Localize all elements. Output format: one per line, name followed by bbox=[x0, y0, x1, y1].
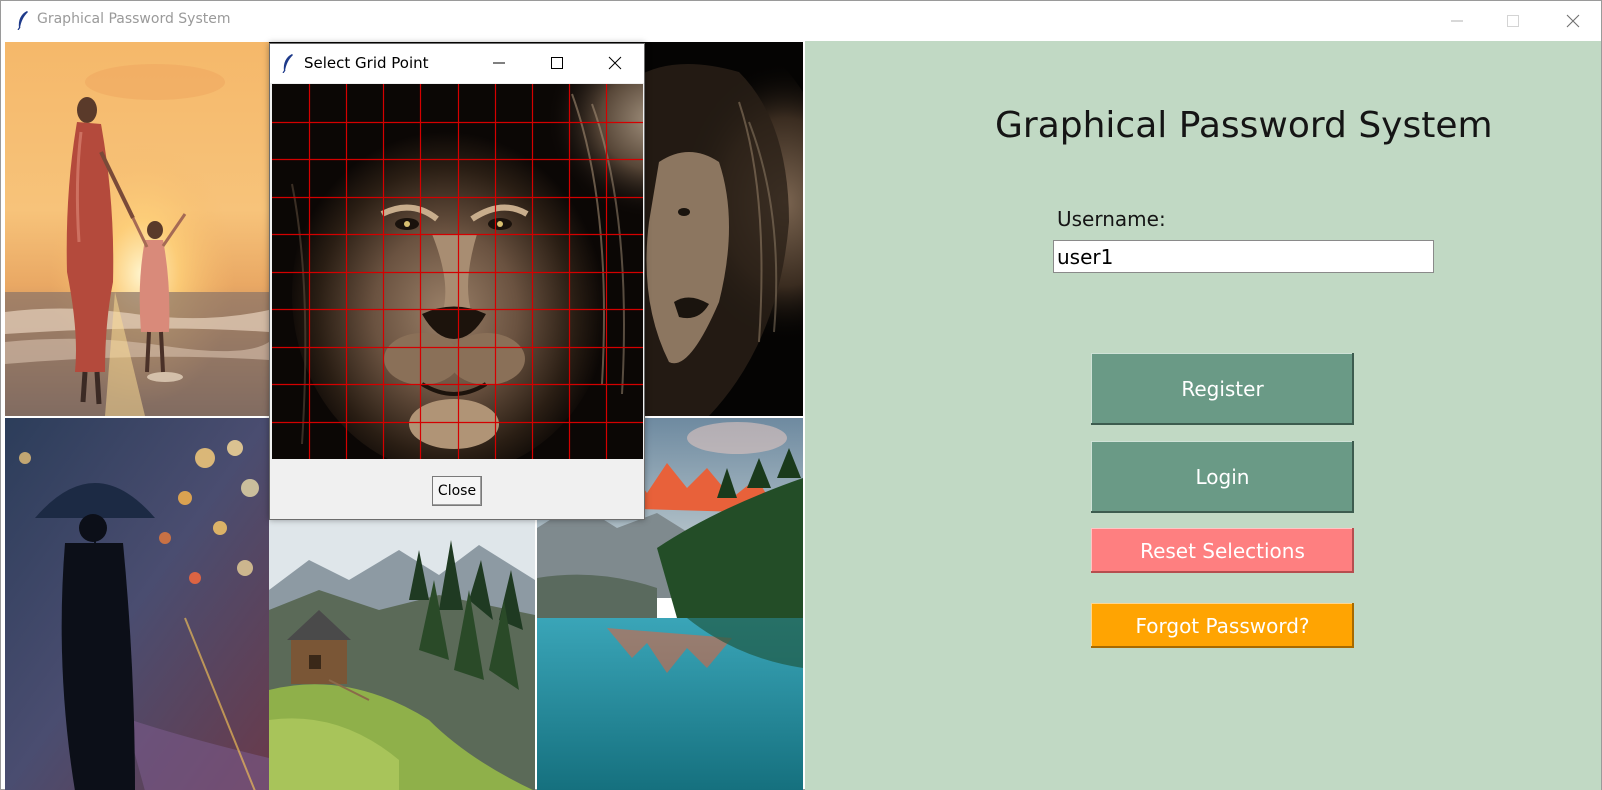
lion-grid-image bbox=[272, 84, 643, 459]
dialog-title: Select Grid Point bbox=[304, 54, 429, 72]
maximize-button[interactable] bbox=[1485, 1, 1541, 40]
lion-grid-canvas[interactable] bbox=[272, 84, 643, 459]
close-icon bbox=[1566, 14, 1580, 28]
image-tile-umbrella-night[interactable] bbox=[5, 418, 269, 790]
minimize-button[interactable] bbox=[1429, 1, 1485, 40]
select-grid-point-dialog: Select Grid Point Close bbox=[269, 43, 645, 520]
dialog-minimize-button[interactable] bbox=[475, 44, 523, 83]
umbrella-night-image bbox=[5, 418, 269, 790]
title-bar[interactable]: Graphical Password System bbox=[1, 1, 1601, 40]
feather-icon bbox=[282, 54, 293, 73]
minimize-icon bbox=[493, 62, 505, 64]
reset-selections-button[interactable]: Reset Selections bbox=[1091, 528, 1354, 573]
close-icon bbox=[608, 56, 622, 70]
maximize-icon bbox=[551, 57, 563, 69]
page-title: Graphical Password System bbox=[995, 105, 1493, 146]
dialog-maximize-button[interactable] bbox=[533, 44, 581, 83]
feather-icon bbox=[17, 11, 28, 30]
image-tile-beach-sunset[interactable] bbox=[5, 42, 269, 416]
window-title: Graphical Password System bbox=[37, 11, 231, 27]
login-button[interactable]: Login bbox=[1091, 441, 1354, 513]
maximize-icon bbox=[1507, 15, 1519, 27]
mountain-cabin-image bbox=[269, 520, 535, 790]
username-input[interactable] bbox=[1053, 240, 1434, 273]
image-tile-mountain-cabin[interactable] bbox=[269, 520, 535, 790]
minimize-icon bbox=[1451, 20, 1463, 22]
beach-sunset-image bbox=[5, 42, 269, 416]
dialog-close-button[interactable]: Close bbox=[432, 476, 482, 506]
dialog-close-window-button[interactable] bbox=[591, 44, 639, 83]
main-window: Graphical Password System Graphical Pass… bbox=[0, 0, 1602, 790]
close-window-button[interactable] bbox=[1545, 1, 1601, 40]
register-button[interactable]: Register bbox=[1091, 353, 1354, 425]
username-label: Username: bbox=[1057, 207, 1166, 231]
forgot-password-button[interactable]: Forgot Password? bbox=[1091, 603, 1354, 648]
dialog-title-bar[interactable]: Select Grid Point bbox=[270, 44, 644, 83]
